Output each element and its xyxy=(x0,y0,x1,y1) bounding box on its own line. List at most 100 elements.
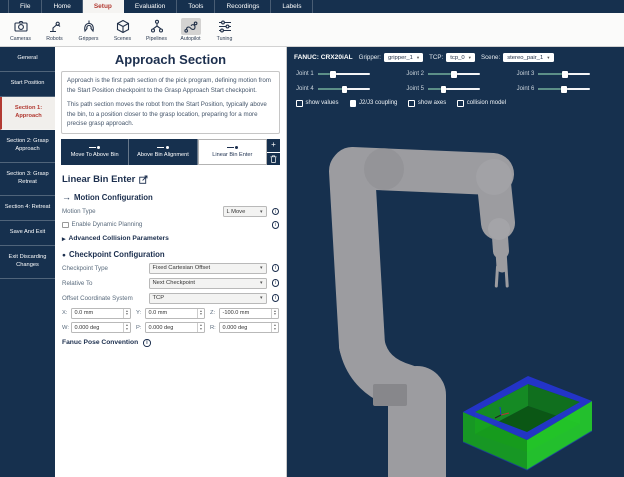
stepper-arrows[interactable]: ▲▼ xyxy=(123,323,130,332)
add-checkpoint-button[interactable]: + xyxy=(267,139,280,152)
toolbar-item-grippers[interactable]: Grippers xyxy=(73,18,104,42)
edit-icon[interactable] xyxy=(139,175,148,184)
advanced-collision-parameters-toggle[interactable]: Advanced Collision Parameters xyxy=(62,235,279,243)
motion-checkpoint-icon xyxy=(157,146,169,149)
toolbar-item-label: Robots xyxy=(46,36,62,42)
offset-x-group: X: 0.0 mm ▲▼ xyxy=(62,308,131,319)
gripper-label: Gripper: xyxy=(359,54,381,61)
slider-handle[interactable] xyxy=(330,71,336,79)
stepper-arrows[interactable]: ▲▼ xyxy=(123,309,130,318)
menu-item-setup[interactable]: Setup xyxy=(83,0,124,13)
tcp-dropdown[interactable]: tcp_0 xyxy=(446,53,475,62)
show-axes-option[interactable]: show axes xyxy=(408,100,446,107)
sidebar-item-start-position[interactable]: Start Position xyxy=(0,72,55,97)
menu-item-recordings[interactable]: Recordings xyxy=(215,0,271,13)
joint-3-slider[interactable] xyxy=(538,70,590,78)
robot-3d-viewport[interactable] xyxy=(287,47,624,477)
checkpoint-type-dropdown[interactable]: Fixed Cartesian Offset xyxy=(149,263,267,274)
tab-move-to-above-bin[interactable]: Move To Above Bin xyxy=(61,139,129,165)
info-icon[interactable] xyxy=(272,221,280,229)
offset-r-input[interactable]: 0.000 deg ▲▼ xyxy=(219,322,279,333)
stepper-arrows[interactable]: ▲▼ xyxy=(271,323,278,332)
sidebar-item-general[interactable]: General xyxy=(0,47,55,72)
offset-y-value: 0.0 mm xyxy=(146,310,197,316)
j2-j3-coupling-checkbox[interactable] xyxy=(350,100,357,107)
show-values-option[interactable]: show values xyxy=(296,100,339,107)
scene-dropdown[interactable]: stereo_pair_1 xyxy=(503,53,553,62)
info-icon[interactable] xyxy=(143,339,151,347)
offset-x-value: 0.0 mm xyxy=(72,310,123,316)
tab-above-bin-alignment[interactable]: Above Bin Alignment xyxy=(129,139,197,165)
sidebar-item-section-2-grasp-approach[interactable]: Section 2: Grasp Approach xyxy=(0,130,55,163)
offset-w-input[interactable]: 0.000 deg ▲▼ xyxy=(71,322,131,333)
stepper-arrows[interactable]: ▲▼ xyxy=(271,309,278,318)
sidebar-item-section-3-grasp-retreat[interactable]: Section 3: Grasp Retreat xyxy=(0,163,55,196)
menu-item-file[interactable]: File xyxy=(8,0,42,13)
joint-1-slider[interactable] xyxy=(318,70,370,78)
stepper-arrows[interactable]: ▲▼ xyxy=(197,309,204,318)
joint-4-group: Joint 4 xyxy=(296,85,394,93)
info-icon[interactable] xyxy=(272,279,280,287)
page-title: Approach Section xyxy=(61,52,280,67)
motion-type-value: L Move xyxy=(227,209,246,215)
offset-coordinate-system-dropdown[interactable]: TCP xyxy=(149,293,267,304)
joint-6-group: Joint 6 xyxy=(517,85,615,93)
enable-dynamic-planning-checkbox[interactable] xyxy=(62,222,69,229)
show-axes-checkbox[interactable] xyxy=(408,100,415,107)
slider-handle[interactable] xyxy=(561,86,567,94)
offset-z-label: Z: xyxy=(210,310,217,316)
sidebar-item-save-and-exit[interactable]: Save And Exit xyxy=(0,221,55,246)
collision-model-checkbox[interactable] xyxy=(457,100,464,107)
joint-4-slider[interactable] xyxy=(318,85,370,93)
joint-5-slider[interactable] xyxy=(428,85,480,93)
motion-type-dropdown[interactable]: L Move xyxy=(223,206,267,217)
tab-linear-bin-enter[interactable]: Linear Bin Enter xyxy=(198,139,267,165)
toolbar-item-autopilot[interactable]: Autopilot xyxy=(175,18,206,42)
info-icon[interactable] xyxy=(272,208,280,216)
toolbar-item-scenes[interactable]: Scenes xyxy=(107,18,138,42)
tcp-select-group: TCP: tcp_0 xyxy=(429,53,475,62)
offset-w-value: 0.000 deg xyxy=(72,325,123,331)
info-icon[interactable] xyxy=(272,264,280,272)
menu-item-evaluation[interactable]: Evaluation xyxy=(124,0,177,13)
info-icon[interactable] xyxy=(272,294,280,302)
sidebar-item-section-1-approach[interactable]: Section 1: Approach xyxy=(0,97,55,130)
toolbar-item-robots[interactable]: Robots xyxy=(39,18,70,42)
offset-x-input[interactable]: 0.0 mm ▲▼ xyxy=(71,308,131,319)
offset-z-value: -100.0 mm xyxy=(220,310,271,316)
tab-label: Above Bin Alignment xyxy=(137,152,189,158)
joint-2-slider[interactable] xyxy=(428,70,480,78)
menu-item-tools[interactable]: Tools xyxy=(177,0,215,13)
sidebar-item-exit-discarding-changes[interactable]: Exit Discarding Changes xyxy=(0,246,55,279)
joint-6-slider[interactable] xyxy=(538,85,590,93)
slider-handle[interactable] xyxy=(441,86,447,94)
gripper-dropdown[interactable]: gripper_1 xyxy=(384,53,423,62)
stepper-arrows[interactable]: ▲▼ xyxy=(197,323,204,332)
toolbar-item-tuning[interactable]: Tuning xyxy=(209,18,240,42)
slider-handle[interactable] xyxy=(562,71,568,79)
tab-controls: + xyxy=(267,139,280,165)
slider-handle[interactable] xyxy=(451,71,457,79)
collision-model-option[interactable]: collision model xyxy=(457,100,506,107)
toolbar-item-cameras[interactable]: Cameras xyxy=(5,18,36,42)
offset-p-input[interactable]: 0.000 deg ▲▼ xyxy=(145,322,205,333)
offset-y-group: Y: 0.0 mm ▲▼ xyxy=(136,308,205,319)
tcp-label: TCP: xyxy=(429,54,443,61)
approach-section-panel: Approach Section Approach is the first p… xyxy=(55,47,287,477)
menu-item-home[interactable]: Home xyxy=(42,0,82,13)
toolbar-item-pipelines[interactable]: Pipelines xyxy=(141,18,172,42)
menu-item-labels[interactable]: Labels xyxy=(271,0,313,13)
bin-model xyxy=(463,376,592,470)
sidebar-item-section-4-retreat[interactable]: Section 4: Retreat xyxy=(0,196,55,221)
slider-handle[interactable] xyxy=(342,86,348,94)
show-values-checkbox[interactable] xyxy=(296,100,303,107)
delete-checkpoint-button[interactable] xyxy=(267,153,280,166)
content-area: General Start Position Section 1: Approa… xyxy=(0,47,624,477)
relative-to-dropdown[interactable]: Next Checkpoint xyxy=(149,278,267,289)
j2-j3-coupling-option[interactable]: J2/J3 coupling xyxy=(350,100,398,107)
gripper-value: gripper_1 xyxy=(388,55,413,61)
scene-select-group: Scene: stereo_pair_1 xyxy=(481,53,554,62)
joint-3-group: Joint 3 xyxy=(517,70,615,78)
offset-y-input[interactable]: 0.0 mm ▲▼ xyxy=(145,308,205,319)
offset-z-input[interactable]: -100.0 mm ▲▼ xyxy=(219,308,279,319)
